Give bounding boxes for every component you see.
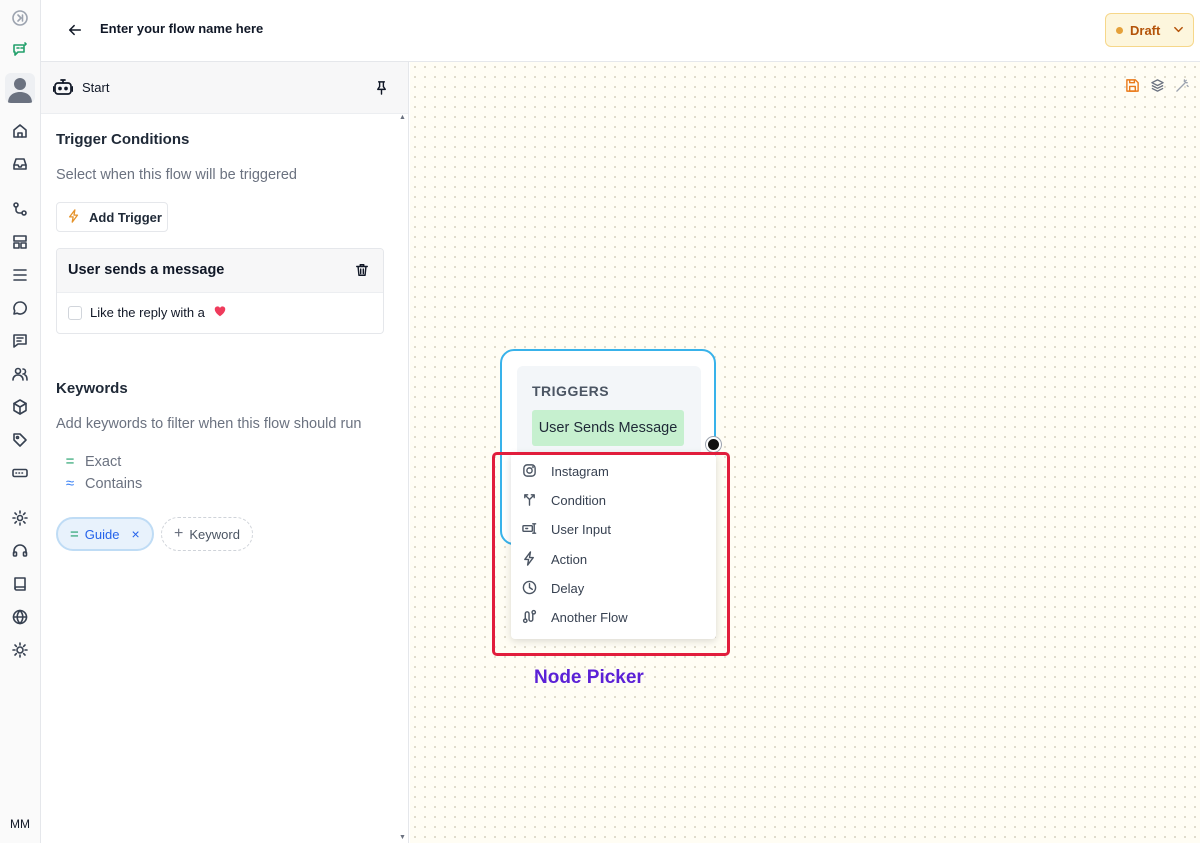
canvas-toolbar: [1125, 78, 1190, 98]
heart-icon: [213, 304, 227, 321]
add-keyword-label: Keyword: [189, 526, 240, 542]
keywords-subtitle: Add keywords to filter when this flow sh…: [56, 416, 362, 432]
magic-wand-icon[interactable]: [1175, 78, 1190, 98]
like-reply-option[interactable]: Like the reply with a: [68, 304, 227, 321]
trigger-card: User sends a message Like the reply with…: [56, 248, 384, 334]
trigger-node-title: TRIGGERS: [532, 383, 610, 399]
like-reply-label: Like the reply with a: [90, 305, 205, 320]
node-picker-highlight: [492, 452, 730, 656]
match-type-label: Exact: [85, 453, 122, 470]
scroll-up-arrow[interactable]: ▲: [399, 114, 406, 121]
node-picker-caption: Node Picker: [534, 667, 644, 688]
trigger-node-body: TRIGGERS User Sends Message: [517, 366, 701, 458]
status-dot: [1116, 26, 1123, 34]
input-icon[interactable]: [8, 461, 32, 485]
status-dropdown[interactable]: Draft: [1105, 13, 1194, 47]
book-icon[interactable]: [8, 572, 32, 596]
equals-icon: =: [65, 453, 75, 470]
equals-icon: =: [70, 525, 79, 543]
node-output-handle[interactable]: [706, 437, 721, 452]
like-reply-checkbox[interactable]: [68, 305, 82, 320]
settings-icon[interactable]: [8, 506, 32, 530]
box-icon[interactable]: [8, 395, 32, 419]
templates-icon[interactable]: [8, 230, 32, 254]
trigger-conditions-title: Trigger Conditions: [56, 131, 190, 148]
flow-name-input[interactable]: Enter your flow name here: [100, 21, 263, 36]
trigger-node-tag[interactable]: User Sends Message: [532, 410, 684, 446]
panel-title: Start: [82, 80, 110, 95]
theme-icon[interactable]: [8, 638, 32, 662]
user-initials[interactable]: MM: [0, 817, 40, 831]
chevron-down-icon: [1173, 23, 1184, 38]
properties-panel: Start ▲ ▼ Trigger Conditions Select when…: [41, 62, 409, 843]
save-icon[interactable]: [1125, 78, 1140, 98]
match-type-exact[interactable]: = Exact: [63, 453, 122, 470]
scroll-down-arrow[interactable]: ▼: [399, 834, 406, 841]
plus-icon: +: [174, 525, 184, 542]
chat-flow-icon[interactable]: [8, 38, 32, 62]
comment-icon[interactable]: [8, 296, 32, 320]
trigger-card-title: User sends a message: [68, 262, 225, 278]
approx-icon: ≈: [65, 475, 75, 492]
match-type-contains[interactable]: ≈ Contains: [63, 475, 142, 492]
avatar[interactable]: [5, 73, 35, 103]
trigger-conditions-subtitle: Select when this flow will be triggered: [56, 167, 297, 183]
keyword-chip[interactable]: = Guide ×: [56, 517, 154, 551]
home-icon[interactable]: [8, 119, 32, 143]
lightning-icon: [67, 208, 81, 226]
list-icon[interactable]: [8, 263, 32, 287]
support-icon[interactable]: [8, 539, 32, 563]
left-rail: MM: [0, 0, 41, 843]
status-label: Draft: [1130, 22, 1161, 38]
close-icon[interactable]: ×: [131, 526, 139, 542]
messages-icon[interactable]: [8, 329, 32, 353]
add-keyword-button[interactable]: + Keyword: [161, 517, 253, 551]
add-trigger-button[interactable]: Add Trigger: [56, 202, 168, 232]
globe-icon[interactable]: [8, 605, 32, 629]
inbox-icon[interactable]: [8, 152, 32, 176]
flows-icon[interactable]: [8, 197, 32, 221]
keyword-chip-label: Guide: [84, 526, 120, 542]
back-arrow-icon[interactable]: [65, 20, 85, 40]
tag-icon[interactable]: [8, 428, 32, 452]
users-icon[interactable]: [8, 362, 32, 386]
match-type-label: Contains: [85, 475, 143, 492]
panel-header: Start: [41, 62, 408, 114]
bot-icon: [52, 78, 74, 101]
add-trigger-label: Add Trigger: [89, 209, 162, 225]
pin-icon[interactable]: [374, 80, 389, 100]
trigger-card-header: User sends a message: [57, 249, 383, 293]
layers-icon[interactable]: [1150, 78, 1165, 98]
expand-icon[interactable]: [8, 6, 32, 30]
trash-icon[interactable]: [355, 263, 369, 282]
flow-canvas[interactable]: TRIGGERS User Sends Message Instagram Co…: [410, 62, 1200, 843]
top-header: Enter your flow name here Draft: [41, 0, 1200, 62]
keywords-title: Keywords: [56, 380, 128, 397]
